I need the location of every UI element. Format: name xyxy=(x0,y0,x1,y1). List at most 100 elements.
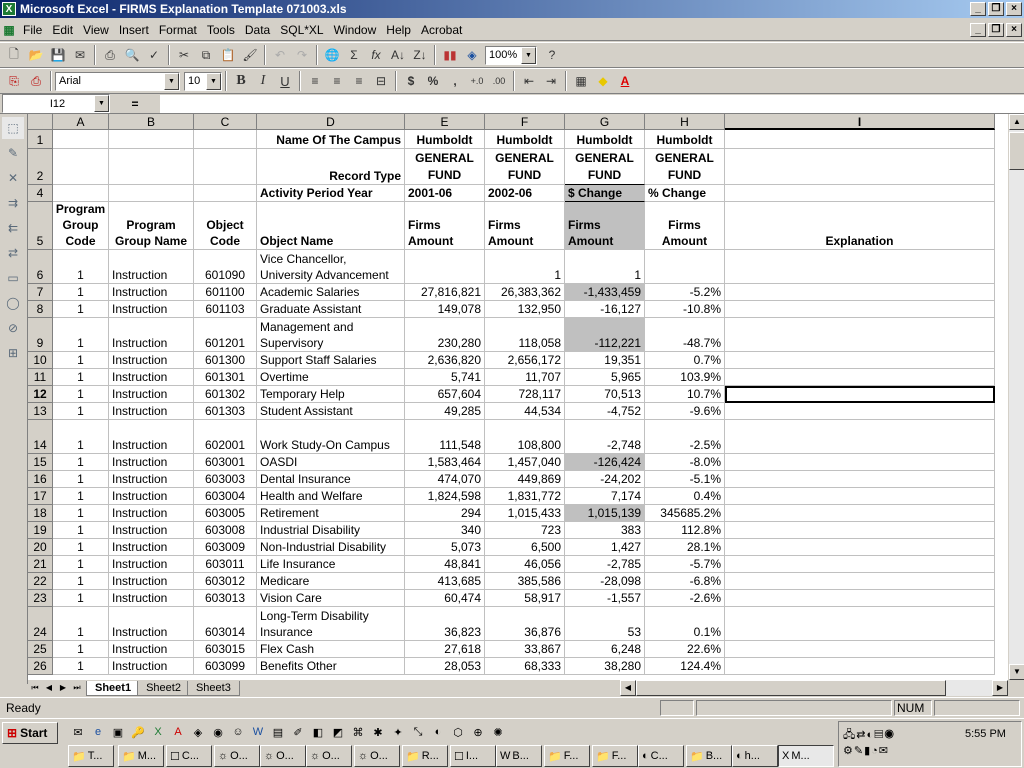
edit-icon[interactable]: ✎ xyxy=(2,142,24,164)
column-header-a[interactable]: A xyxy=(53,114,109,130)
data-cell-a[interactable]: 1 xyxy=(53,590,109,607)
data-cell-h[interactable]: -8.0% xyxy=(645,454,725,471)
explanation-cell[interactable] xyxy=(725,284,995,301)
data-cell-f[interactable]: 449,869 xyxy=(485,471,565,488)
data-cell-h[interactable]: -9.6% xyxy=(645,403,725,420)
cell[interactable] xyxy=(53,149,109,185)
data-cell-e[interactable]: 294 xyxy=(405,505,485,522)
column-header-i[interactable]: I xyxy=(725,114,995,130)
undo-icon[interactable]: ↶ xyxy=(269,44,291,66)
currency-icon[interactable]: $ xyxy=(400,70,422,92)
data-cell-g[interactable]: -2,748 xyxy=(565,420,645,454)
taskbar-button[interactable]: ◐ C... xyxy=(638,745,684,767)
data-cell-e[interactable]: 474,070 xyxy=(405,471,485,488)
data-cell-b[interactable]: Instruction xyxy=(109,250,194,284)
data-cell-d[interactable]: Student Assistant xyxy=(257,403,405,420)
menu-file[interactable]: File xyxy=(18,23,47,37)
row-header[interactable]: 21 xyxy=(28,556,53,573)
data-cell-h[interactable]: -5.2% xyxy=(645,284,725,301)
comment-icon[interactable]: ▭ xyxy=(2,267,24,289)
save-icon[interactable]: 💾 xyxy=(47,44,69,66)
access-icon[interactable]: 🔑 xyxy=(129,723,147,741)
data-cell-a[interactable]: 1 xyxy=(53,386,109,403)
menu-edit[interactable]: Edit xyxy=(47,23,78,37)
borders-icon[interactable]: ▦ xyxy=(570,70,592,92)
data-cell-a[interactable]: 1 xyxy=(53,658,109,675)
row-header[interactable]: 17 xyxy=(28,488,53,505)
explanation-cell[interactable] xyxy=(725,369,995,386)
data-cell-b[interactable]: Instruction xyxy=(109,369,194,386)
data-cell-f[interactable]: 723 xyxy=(485,522,565,539)
data-cell-f[interactable]: 1 xyxy=(485,250,565,284)
data-cell-b[interactable]: Instruction xyxy=(109,556,194,573)
explanation-cell[interactable] xyxy=(725,522,995,539)
data-cell-e[interactable]: 36,823 xyxy=(405,607,485,641)
data-cell-e[interactable]: 1,583,464 xyxy=(405,454,485,471)
data-cell-f[interactable]: 6,500 xyxy=(485,539,565,556)
data-cell-h[interactable] xyxy=(645,250,725,284)
tab-sheet2[interactable]: Sheet2 xyxy=(137,680,190,696)
active-cell-i12[interactable] xyxy=(725,386,995,403)
explanation-cell[interactable] xyxy=(725,318,995,352)
drawing-icon[interactable]: ◈ xyxy=(461,44,483,66)
column-header-b[interactable]: B xyxy=(109,114,194,130)
taskbar-button[interactable]: W B... xyxy=(496,745,542,767)
data-cell-b[interactable]: Instruction xyxy=(109,590,194,607)
email-icon[interactable]: ✉ xyxy=(69,44,91,66)
taskbar-button[interactable]: ☼ O... xyxy=(260,745,306,767)
data-cell-h[interactable]: -5.7% xyxy=(645,556,725,573)
row-header[interactable]: 13 xyxy=(28,403,53,420)
data-cell-a[interactable]: 1 xyxy=(53,352,109,369)
data-cell-f[interactable]: 385,586 xyxy=(485,573,565,590)
doc-restore-button[interactable]: ❐ xyxy=(988,22,1004,37)
cut-icon[interactable]: ✂ xyxy=(173,44,195,66)
sort-ascending-icon[interactable]: A↓ xyxy=(387,44,409,66)
fill-color-icon[interactable]: ◆ xyxy=(592,70,614,92)
row-header[interactable]: 26 xyxy=(28,658,53,675)
row-header[interactable]: 10 xyxy=(28,352,53,369)
data-cell-c[interactable]: 603011 xyxy=(194,556,257,573)
data-cell-c[interactable]: 603099 xyxy=(194,658,257,675)
data-cell-h[interactable]: 0.7% xyxy=(645,352,725,369)
data-cell-h[interactable]: 22.6% xyxy=(645,641,725,658)
first-sheet-icon[interactable]: ⏮ xyxy=(28,681,42,695)
data-cell-g[interactable]: -126,424 xyxy=(565,454,645,471)
data-cell-h[interactable]: -2.6% xyxy=(645,590,725,607)
header-cell-e[interactable]: Humboldt xyxy=(405,130,485,149)
app-icon[interactable]: ✐ xyxy=(289,723,307,741)
data-cell-a[interactable]: 1 xyxy=(53,420,109,454)
header-cell-h[interactable]: % Change xyxy=(645,185,725,202)
scroll-up-icon[interactable]: ▲ xyxy=(1009,114,1024,130)
copy-icon[interactable]: ⧉ xyxy=(195,44,217,66)
data-cell-e[interactable]: 149,078 xyxy=(405,301,485,318)
data-cell-g[interactable]: 1,427 xyxy=(565,539,645,556)
data-cell-c[interactable]: 602001 xyxy=(194,420,257,454)
chart-wizard-icon[interactable]: ▮▮ xyxy=(439,44,461,66)
data-cell-b[interactable]: Instruction xyxy=(109,318,194,352)
start-button[interactable]: ⊞ Start xyxy=(2,722,58,744)
scroll-right-icon[interactable]: ▶ xyxy=(992,680,1008,696)
data-cell-a[interactable]: 1 xyxy=(53,250,109,284)
data-cell-h[interactable]: 0.1% xyxy=(645,607,725,641)
data-cell-h[interactable]: 345685.2% xyxy=(645,505,725,522)
paste-icon[interactable]: 📋 xyxy=(217,44,239,66)
taskbar-button[interactable]: ☐ I... xyxy=(450,745,496,767)
explanation-cell[interactable] xyxy=(725,573,995,590)
data-cell-d[interactable]: Long-Term Disability Insurance xyxy=(257,607,405,641)
data-cell-a[interactable]: 1 xyxy=(53,301,109,318)
row-header[interactable]: 8 xyxy=(28,301,53,318)
data-cell-e[interactable]: 5,741 xyxy=(405,369,485,386)
cell[interactable] xyxy=(109,130,194,149)
data-cell-h[interactable]: 103.9% xyxy=(645,369,725,386)
data-cell-e[interactable]: 5,073 xyxy=(405,539,485,556)
data-cell-a[interactable]: 1 xyxy=(53,488,109,505)
data-cell-d[interactable]: Retirement xyxy=(257,505,405,522)
app-icon[interactable]: ✦ xyxy=(389,723,407,741)
explanation-cell[interactable] xyxy=(725,607,995,641)
data-cell-c[interactable]: 603005 xyxy=(194,505,257,522)
clear-circles-icon[interactable]: ⊘ xyxy=(2,317,24,339)
column-header-e[interactable]: E xyxy=(405,114,485,130)
row-header[interactable]: 2 xyxy=(28,149,53,185)
row-header[interactable]: 16 xyxy=(28,471,53,488)
row-header[interactable]: 7 xyxy=(28,284,53,301)
